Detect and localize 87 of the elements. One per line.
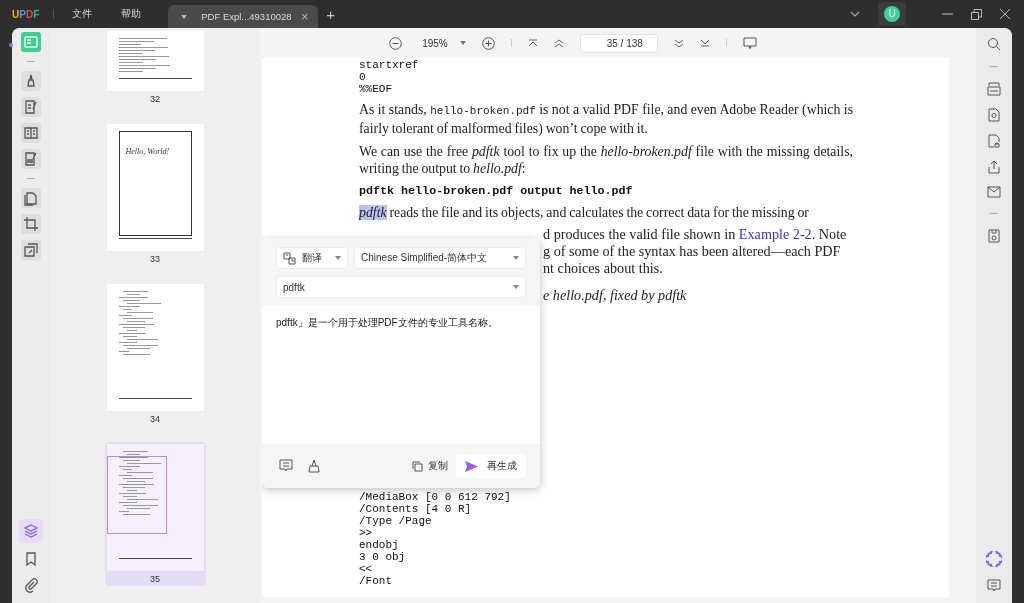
caret-icon[interactable] [459, 41, 466, 45]
example-link[interactable]: Example 2-2 [738, 226, 812, 242]
next-page-icon[interactable] [673, 38, 684, 48]
previous-page-icon[interactable] [553, 38, 564, 48]
page-number: 32 [150, 94, 160, 104]
tool-glyph-icon [23, 523, 39, 539]
tool-button[interactable] [21, 214, 41, 234]
send-icon [465, 460, 478, 472]
new-tab-button[interactable]: + [326, 5, 335, 23]
restore-icon[interactable] [971, 8, 982, 20]
tool-button[interactable] [21, 123, 41, 143]
language-select[interactable]: Chinese Simplified-简体中文 [354, 247, 526, 269]
page-thumbnail[interactable]: 35 [104, 442, 206, 586]
code-line: /Contents [4 0 R] [359, 503, 473, 515]
comment-icon[interactable] [279, 459, 293, 473]
page-number-field[interactable]: 35 / 138 [579, 33, 658, 53]
zoom-out-icon[interactable] [389, 36, 403, 50]
presentation-icon[interactable] [742, 37, 757, 49]
close-tab-button[interactable]: × [301, 9, 309, 24]
edit-icon [23, 99, 39, 115]
code-line: startxref [359, 59, 420, 71]
caret-icon [181, 14, 188, 19]
page-number: 34 [150, 414, 160, 424]
code-line: >> [359, 527, 374, 539]
translation-result: pdftk」是一个用于处理PDF文件的专业工具名称。 [276, 316, 499, 329]
copy-icon [412, 460, 423, 472]
paragraph: pdftk reads the file and its objects, and calculates the correct data for the missing or [359, 204, 810, 221]
text-line: nt choices about this. [543, 260, 664, 277]
last-page-icon[interactable] [699, 39, 710, 47]
input-field[interactable]: pdftk [276, 276, 526, 298]
ocr-icon[interactable] [987, 82, 1001, 96]
code-line: 0 [359, 71, 367, 83]
first-page-icon[interactable] [527, 39, 538, 47]
reader-icon [23, 34, 39, 50]
app-logo: UPDF [12, 8, 40, 20]
highlighter-icon[interactable] [307, 459, 321, 473]
command-line: pdftk hello-broken.pdf output hello.pdf [359, 184, 634, 198]
code-line: /MediaBox [0 0 612 792] [359, 491, 512, 503]
mode-select[interactable]: 翻译 [276, 247, 348, 269]
paragraph: We can use the free pdftk tool to fix up the hello-broken.pdf file with the missing details, writing the output to hello.pdf: [359, 143, 853, 177]
caret-icon [335, 256, 341, 260]
convert-file-icon[interactable] [988, 108, 1000, 122]
compress-icon [23, 242, 39, 258]
tool-button[interactable] [21, 240, 41, 260]
save-icon[interactable] [988, 229, 1000, 243]
tool-glyph-icon [23, 551, 39, 567]
page-number: 33 [150, 254, 160, 264]
code-line: endobj [359, 539, 400, 551]
copy-button[interactable]: 复制 [412, 459, 448, 473]
share-icon[interactable] [987, 160, 1001, 174]
mail-icon[interactable] [987, 186, 1001, 198]
pages-icon [23, 190, 39, 206]
protect-file-icon[interactable] [988, 134, 1000, 148]
zoom-level[interactable]: 195% [422, 37, 448, 49]
caret-icon [513, 256, 519, 260]
caret-icon [513, 285, 519, 289]
layers-icon[interactable] [19, 519, 43, 543]
tab-title: PDF Expl...49310028 [201, 11, 293, 22]
text-line: d produces the valid file shown in Example 2-2. Note [543, 226, 848, 243]
tool-button[interactable] [21, 188, 41, 208]
text-line: g of some of the syntax has been altered—each PDF [543, 243, 842, 260]
form-icon [23, 125, 39, 141]
crop-icon [23, 216, 39, 232]
code-line: /Type /Page [359, 515, 433, 527]
search-icon[interactable] [987, 37, 1001, 51]
code-line: %%EOF [359, 83, 393, 95]
menu-item[interactable]: 帮助 [121, 7, 142, 21]
figure-caption: e hello.pdf, fixed by pdftk [543, 287, 688, 304]
zoom-in-icon[interactable] [481, 36, 495, 50]
sign-icon [23, 151, 39, 167]
paragraph: As it stands, hello-broken.pdf is not a valid PDF file, and even Adobe Reader (which is fairly tolerant of malformed files) won’t cope with it. [359, 101, 853, 137]
tool-button[interactable] [21, 97, 41, 117]
regenerate-button[interactable]: 再生成 [456, 454, 526, 478]
tool-button[interactable] [21, 71, 41, 91]
page-number: 35 [150, 574, 160, 584]
code-line: << [359, 563, 374, 575]
close-icon[interactable] [1000, 9, 1010, 19]
code-line: 3 0 obj [359, 551, 407, 563]
translate-icon [283, 251, 296, 265]
tool-button[interactable] [21, 149, 41, 169]
tool-glyph-icon [23, 577, 39, 593]
thumbnail-text: Hello, World! [125, 147, 170, 156]
chevron-down-icon[interactable] [850, 11, 860, 17]
comment-icon[interactable] [987, 579, 1001, 593]
code-line: /Font [359, 575, 393, 587]
document-tab[interactable]: PDF Expl...49310028 × [168, 5, 319, 28]
menu-item[interactable]: 文件 [72, 7, 93, 21]
